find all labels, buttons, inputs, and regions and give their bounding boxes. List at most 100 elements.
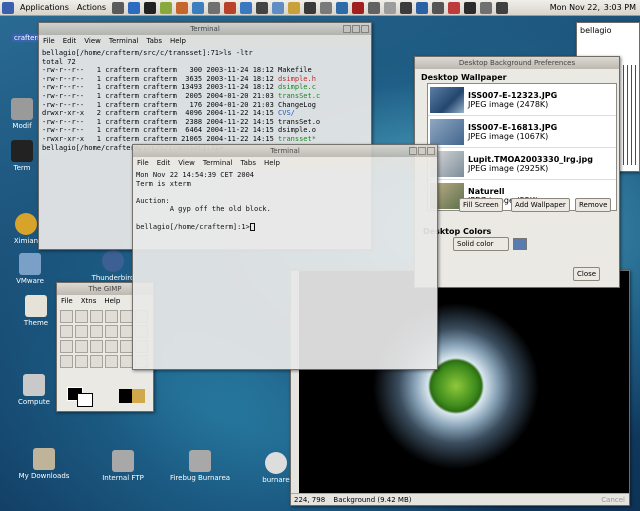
volume-icon[interactable]: [496, 1, 509, 14]
gimp-tool-icon[interactable]: [75, 310, 88, 323]
close-button[interactable]: Close: [573, 267, 601, 281]
launcher-icon[interactable]: [240, 1, 253, 14]
launcher-icon[interactable]: [192, 1, 205, 14]
desktop-icon-term[interactable]: Term: [2, 140, 42, 172]
menu-edit[interactable]: Edit: [63, 37, 77, 45]
menu-help[interactable]: Help: [104, 297, 120, 305]
actions-menu[interactable]: Actions: [73, 3, 110, 12]
launcher-icon[interactable]: [448, 1, 461, 14]
gimp-tool-icon[interactable]: [90, 310, 103, 323]
launcher-icon[interactable]: [304, 1, 317, 14]
launcher-icon[interactable]: [112, 1, 125, 14]
desktop-icon-computer[interactable]: Compute: [14, 374, 54, 406]
launcher-icon[interactable]: [464, 1, 477, 14]
launcher-icon[interactable]: [416, 1, 429, 14]
applications-menu[interactable]: Applications: [16, 3, 73, 12]
terminal-line: A gyp off the old block.: [136, 205, 271, 214]
terminal-line: bellagio[/home/crafterm/src/c/transset]:…: [42, 49, 368, 58]
minimize-button[interactable]: [409, 147, 417, 155]
wallpaper-item[interactable]: Lupit.TMOA2003330_lrg.jpg JPEG image (292…: [428, 148, 616, 180]
menu-help[interactable]: Help: [264, 159, 280, 167]
gimp-tool-icon[interactable]: [60, 310, 73, 323]
menu-terminal[interactable]: Terminal: [203, 159, 233, 167]
wallpaper-item[interactable]: ISS007-E-16813.JPG JPEG image (1067K): [428, 116, 616, 148]
launcher-icon[interactable]: [400, 1, 413, 14]
launcher-icon[interactable]: [368, 1, 381, 14]
terminal-line: -rw-r--r-- 1 crafterm crafterm 176 2004-…: [42, 101, 368, 110]
close-button[interactable]: [427, 147, 435, 155]
brush-preview-icon[interactable]: [119, 389, 145, 403]
wallpaper-titlebar[interactable]: Desktop Background Preferences: [415, 57, 619, 69]
menu-view[interactable]: View: [84, 37, 101, 45]
terminal-line-text: bellagio[/home/crafterm/src/c/transset]:…: [42, 49, 253, 57]
gimp-tool-icon[interactable]: [105, 310, 118, 323]
gimp-tool-icon[interactable]: [90, 325, 103, 338]
launcher-icon[interactable]: [160, 1, 173, 14]
launcher-icon[interactable]: [384, 1, 397, 14]
desktop-icon-internal-ftp[interactable]: Internal FTP: [94, 450, 152, 482]
launcher-icon[interactable]: [480, 1, 493, 14]
terminal-window-2[interactable]: Terminal File Edit View Terminal Tabs He…: [132, 144, 438, 370]
gimp-tool-icon[interactable]: [105, 325, 118, 338]
menu-help[interactable]: Help: [170, 37, 186, 45]
gimp-tool-icon[interactable]: [105, 355, 118, 368]
bg-color-swatch[interactable]: [77, 393, 93, 407]
wallpaper-item[interactable]: ISS007-E-12323.JPG JPEG image (2478K): [428, 84, 616, 116]
gimp-tool-icon[interactable]: [90, 340, 103, 353]
minimize-button[interactable]: [343, 25, 351, 33]
desktop-icon-theme[interactable]: Theme: [16, 295, 56, 327]
color-mode-select[interactable]: Solid color: [453, 237, 509, 251]
launcher-icon[interactable]: [224, 1, 237, 14]
menu-tabs[interactable]: Tabs: [147, 37, 163, 45]
color-swatch-button[interactable]: [513, 238, 527, 250]
menu-view[interactable]: View: [178, 159, 195, 167]
launcher-icon[interactable]: [352, 1, 365, 14]
gimp-tool-icon[interactable]: [75, 355, 88, 368]
maximize-button[interactable]: [352, 25, 360, 33]
launcher-icon[interactable]: [432, 1, 445, 14]
menu-file[interactable]: File: [137, 159, 149, 167]
gimp-tool-icon[interactable]: [75, 325, 88, 338]
launcher-icon[interactable]: [288, 1, 301, 14]
terminal-2-titlebar[interactable]: Terminal: [133, 145, 437, 157]
menu-terminal[interactable]: Terminal: [109, 37, 139, 45]
wallpaper-preferences-window[interactable]: Desktop Background Preferences Desktop W…: [414, 56, 620, 288]
launcher-icon[interactable]: [320, 1, 333, 14]
terminal-2-output[interactable]: Mon Nov 22 14:54:39 CET 2004 Term is xter…: [133, 169, 437, 369]
gimp-tool-icon[interactable]: [75, 340, 88, 353]
gimp-tool-icon[interactable]: [105, 340, 118, 353]
pointer-coords: 224, 798: [294, 496, 326, 504]
panel-clock[interactable]: 3:03 PM: [604, 3, 636, 12]
gimp-tool-icon[interactable]: [60, 355, 73, 368]
launcher-icon[interactable]: [144, 1, 157, 14]
launcher-icon[interactable]: [272, 1, 285, 14]
terminal-line: total 72: [42, 58, 368, 67]
launcher-icon[interactable]: [256, 1, 269, 14]
gimp-tool-icon[interactable]: [60, 340, 73, 353]
launcher-icon[interactable]: [176, 1, 189, 14]
desktop-icon-modif[interactable]: Modif: [2, 98, 42, 130]
remove-button[interactable]: Remove: [575, 198, 612, 212]
menu-tabs[interactable]: Tabs: [241, 159, 257, 167]
terminal-1-titlebar[interactable]: Terminal: [39, 23, 371, 35]
menu-edit[interactable]: Edit: [157, 159, 171, 167]
gimp-tool-icon[interactable]: [90, 355, 103, 368]
wallpaper-style-select[interactable]: Fill Screen: [459, 198, 503, 212]
desktop-icon-firebug-burnarea[interactable]: Firebug Burnarea: [168, 450, 232, 482]
gimp-tool-icon[interactable]: [60, 325, 73, 338]
add-wallpaper-button[interactable]: Add Wallpaper: [511, 198, 570, 212]
desktop-icon-vmware[interactable]: VMware: [10, 253, 50, 285]
launcher-icon[interactable]: [128, 1, 141, 14]
window-title: Terminal: [270, 147, 300, 155]
close-button[interactable]: [361, 25, 369, 33]
launcher-icon[interactable]: [336, 1, 349, 14]
launcher-icon[interactable]: [208, 1, 221, 14]
desktop-icon-my-downloads[interactable]: My Downloads: [16, 448, 72, 480]
menu-file[interactable]: File: [43, 37, 55, 45]
cancel-button[interactable]: Cancel: [601, 494, 625, 506]
menu-file[interactable]: File: [61, 297, 73, 305]
maximize-button[interactable]: [418, 147, 426, 155]
foot-icon[interactable]: [2, 1, 14, 14]
menu-xtns[interactable]: Xtns: [81, 297, 97, 305]
panel-date[interactable]: Mon Nov 22,: [550, 3, 600, 12]
